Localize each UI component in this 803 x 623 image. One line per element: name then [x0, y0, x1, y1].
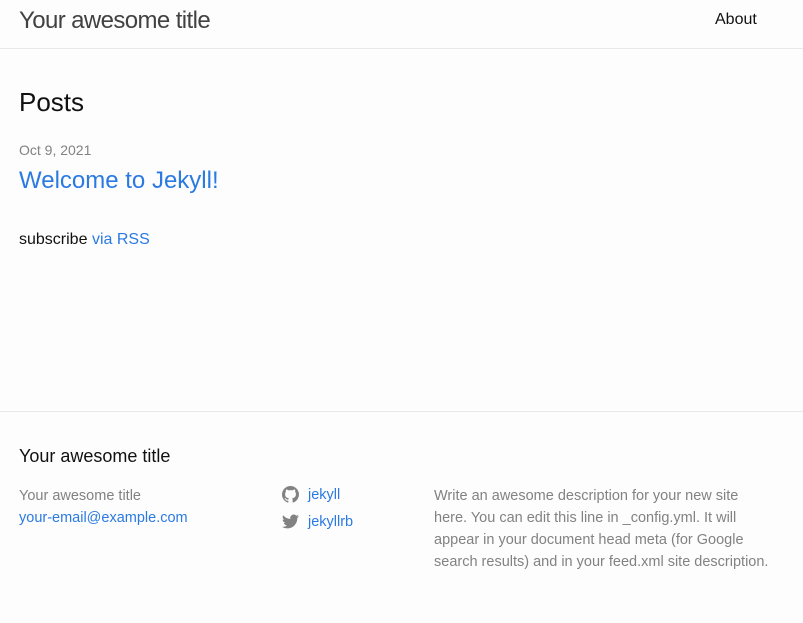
- footer-email-link[interactable]: your-email@example.com: [19, 509, 188, 527]
- github-link[interactable]: jekyll: [308, 486, 340, 504]
- twitter-icon: [282, 513, 299, 530]
- site-header: Your awesome title About: [0, 0, 803, 49]
- footer-heading: Your awesome title: [19, 446, 171, 466]
- footer-description: Write an awesome description for your ne…: [434, 488, 769, 570]
- rss-link[interactable]: via RSS: [92, 231, 150, 248]
- post-date: Oct 9, 2021: [19, 142, 92, 158]
- subscribe-label: subscribe: [19, 231, 88, 248]
- subscribe-line: subscribe via RSS: [19, 230, 150, 250]
- nav-link-about[interactable]: About: [715, 10, 757, 30]
- twitter-link[interactable]: jekyllrb: [308, 513, 353, 531]
- post-title-link[interactable]: Welcome to Jekyll!: [19, 166, 219, 196]
- github-icon: [282, 486, 299, 503]
- posts-heading: Posts: [19, 87, 85, 117]
- site-title-link[interactable]: Your awesome title: [19, 6, 211, 36]
- footer-site-name: Your awesome title: [19, 488, 141, 504]
